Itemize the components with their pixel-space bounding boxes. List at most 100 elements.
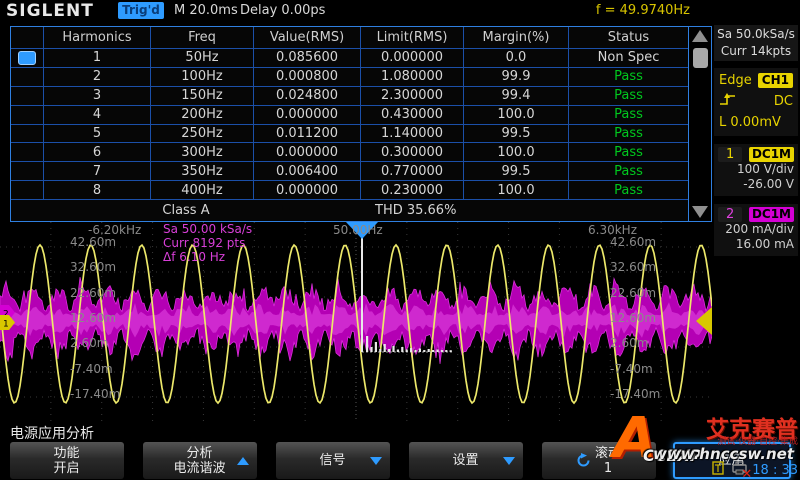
grid-label-left: 2.60m xyxy=(70,336,108,350)
cell-value: 0.000000 xyxy=(254,106,361,124)
right-sidebar: Sa 50.0kSa/s Curr 14kpts Edge CH1 DC L 0… xyxy=(712,22,800,480)
class-label: Class A xyxy=(11,200,361,221)
menu-button-scroll[interactable]: 滚动1 xyxy=(542,442,656,479)
grid-label-left: 12.60m xyxy=(70,311,116,325)
channel1-info-box[interactable]: 1 DC1M 100 V/div -26.00 V xyxy=(714,144,798,196)
channel1-scale-readout: 100 V/div xyxy=(718,162,794,177)
table-row[interactable]: 6 300Hz 0.000000 0.300000 100.0 Pass xyxy=(11,143,688,162)
table-row[interactable]: 3 150Hz 0.024800 2.300000 99.4 Pass xyxy=(11,87,688,106)
cell-freq: 200Hz xyxy=(151,106,254,124)
cell-limit: 1.140000 xyxy=(361,125,464,143)
grid-label-left: -17.40m xyxy=(70,387,120,401)
channel1-number: 1 xyxy=(718,147,742,162)
trigger-type-label: Edge xyxy=(719,73,752,88)
fft-delta-f: Δf 6.10 Hz xyxy=(163,250,252,264)
cell-limit: 0.300000 xyxy=(361,143,464,161)
cell-freq: 50Hz xyxy=(151,49,254,67)
scroll-up-icon[interactable] xyxy=(692,30,708,42)
chevron-down-icon xyxy=(503,457,515,465)
trigger-coupling-label: DC xyxy=(774,94,793,109)
cell-harmonic: 3 xyxy=(44,87,151,105)
table-row[interactable]: 4 200Hz 0.000000 0.430000 100.0 Pass xyxy=(11,106,688,125)
sample-rate-readout: Sa 50.0kSa/s xyxy=(714,26,798,43)
menu-slot: 滚动1 xyxy=(532,442,665,479)
cell-status: Pass xyxy=(569,181,688,199)
printer-error-x-icon: ✕ xyxy=(741,467,752,480)
cell-status: Pass xyxy=(569,162,688,180)
trigger-source-badge: CH1 xyxy=(758,73,793,88)
cell-harmonic: 2 xyxy=(44,68,151,86)
thd-readout: THD 35.66% xyxy=(361,200,688,221)
cell-status: Pass xyxy=(569,68,688,86)
table-row[interactable]: 5 250Hz 0.011200 1.140000 99.5 Pass xyxy=(11,125,688,144)
chevron-up-icon xyxy=(237,457,249,465)
trigger-level-readout: L 0.00mV xyxy=(719,115,793,130)
menu-button-analysis-type[interactable]: 分析电流谐波 xyxy=(143,442,257,479)
menu-slot: 信号 xyxy=(266,442,399,479)
menu-button-label: 信号 xyxy=(319,453,345,468)
row-select-cell xyxy=(11,87,44,105)
cell-harmonic: 4 xyxy=(44,106,151,124)
menu-button-settings[interactable]: 设置 xyxy=(409,442,523,479)
col-harmonics: Harmonics xyxy=(44,27,151,48)
channel2-scale-readout: 200 mA/div xyxy=(718,222,794,237)
scroll-down-icon[interactable] xyxy=(692,206,708,218)
cell-value: 0.024800 xyxy=(254,87,361,105)
fft-sample-rate: Sa 50.00 kSa/s xyxy=(163,222,252,236)
cell-margin: 100.0 xyxy=(464,143,569,161)
cell-value: 0.000000 xyxy=(254,181,361,199)
cell-value: 0.000800 xyxy=(254,68,361,86)
chevron-down-icon xyxy=(370,457,382,465)
delay-readout: Delay 0.00ps xyxy=(240,3,325,18)
table-row[interactable]: 8 400Hz 0.000000 0.230000 100.0 Pass xyxy=(11,181,688,200)
table-row[interactable]: 2 100Hz 0.000800 1.080000 99.9 Pass xyxy=(11,68,688,87)
cell-value: 0.000000 xyxy=(254,143,361,161)
cell-margin: 99.9 xyxy=(464,68,569,86)
row-select-indicator[interactable] xyxy=(18,51,36,65)
menu-slot: 设置 xyxy=(399,442,532,479)
menu-button-label: 1 xyxy=(604,461,612,476)
cell-limit: 2.300000 xyxy=(361,87,464,105)
cell-limit: 0.230000 xyxy=(361,181,464,199)
cell-status: Pass xyxy=(569,87,688,105)
channel2-offset-readout: 16.00 mA xyxy=(718,237,794,252)
channel1-offset-readout: -26.00 V xyxy=(718,177,794,192)
table-scrollbar[interactable] xyxy=(688,27,711,221)
channel2-info-box[interactable]: 2 DC1M 200 mA/div 16.00 mA xyxy=(714,204,798,256)
cell-margin: 99.5 xyxy=(464,162,569,180)
menu-button-signal[interactable]: 信号 xyxy=(276,442,390,479)
menu-button-label: 电流谐波 xyxy=(173,461,225,476)
cell-freq: 400Hz xyxy=(151,181,254,199)
waveform-area: 21 Sa 50.00 kSa/s Curr 8192 pts Δf 6.10 … xyxy=(0,222,712,422)
svg-text:1: 1 xyxy=(3,320,9,330)
row-select-cell xyxy=(11,181,44,199)
cell-margin: 99.4 xyxy=(464,87,569,105)
menu-slot: 功能开启 xyxy=(0,442,133,479)
grid-label-left: 42.60m xyxy=(70,235,116,249)
fft-info-annotation: Sa 50.00 kSa/s Curr 8192 pts Δf 6.10 Hz xyxy=(163,222,252,264)
cell-harmonic: 6 xyxy=(44,143,151,161)
sd-card-icon xyxy=(710,460,728,478)
scrollbar-thumb[interactable] xyxy=(693,48,708,68)
col-status: Status xyxy=(569,27,688,48)
cell-harmonic: 7 xyxy=(44,162,151,180)
cell-value: 0.006400 xyxy=(254,162,361,180)
clock-readout: 18 : 33 xyxy=(752,463,798,478)
table-row[interactable]: 1 50Hz 0.085600 0.000000 0.0 Non Spec xyxy=(11,49,688,68)
table-row[interactable]: 7 350Hz 0.006400 0.770000 99.5 Pass xyxy=(11,162,688,181)
menu-buttons: 功能开启分析电流谐波信号设置滚动1应用 xyxy=(0,442,800,479)
menu-button-function-enable[interactable]: 功能开启 xyxy=(10,442,124,479)
channel2-coupling-badge: DC1M xyxy=(749,207,794,222)
row-select-cell xyxy=(11,125,44,143)
menu-button-label: 开启 xyxy=(53,461,79,476)
printer-disabled-icon: ✕ xyxy=(731,460,749,478)
cell-freq: 150Hz xyxy=(151,87,254,105)
grid-label-right: 12.60m xyxy=(610,311,656,325)
grid-label-left: -7.40m xyxy=(70,362,113,376)
menu-slot: 分析电流谐波 xyxy=(133,442,266,479)
cell-margin: 100.0 xyxy=(464,106,569,124)
grid-label-right: 2.60m xyxy=(610,336,648,350)
menu-button-label: 设置 xyxy=(452,453,478,468)
cell-harmonic: 5 xyxy=(44,125,151,143)
acquisition-info-box: Sa 50.0kSa/s Curr 14kpts xyxy=(714,25,798,61)
